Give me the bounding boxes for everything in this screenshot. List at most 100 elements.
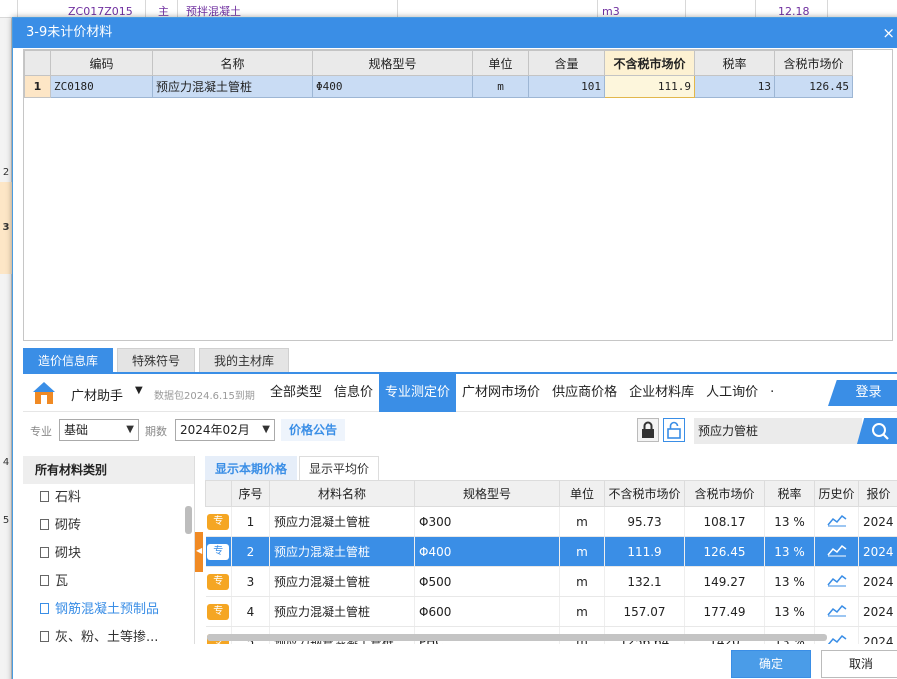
material-name-cell[interactable]: 预应力混凝土管桩 bbox=[269, 536, 415, 567]
index-cell[interactable]: 2 bbox=[231, 536, 270, 567]
price-in-tax-cell[interactable]: 177.49 bbox=[684, 596, 765, 627]
row-number[interactable]: 1 bbox=[24, 75, 51, 98]
brand-name[interactable]: 广材助手 bbox=[71, 385, 123, 404]
index-cell[interactable]: 4 bbox=[231, 596, 270, 627]
price-ex-tax-cell[interactable]: 132.1 bbox=[604, 566, 685, 597]
column-header[interactable]: 序号 bbox=[231, 480, 270, 507]
material-name-cell[interactable]: 预应力混凝土管桩 bbox=[269, 596, 415, 627]
nav-supplier-price[interactable]: 供应商价格 bbox=[546, 374, 623, 412]
column-header[interactable]: 单位 bbox=[559, 480, 605, 507]
price-ex-tax-cell[interactable]: 95.73 bbox=[604, 506, 685, 537]
tax-rate-cell[interactable]: 13 % bbox=[764, 506, 815, 537]
column-header-active[interactable]: 不含税市场价 bbox=[604, 50, 695, 76]
results-horizontal-scrollbar[interactable] bbox=[207, 634, 827, 641]
tax-rate-cell[interactable]: 13 % bbox=[764, 536, 815, 567]
spec-cell[interactable]: Φ300 bbox=[414, 506, 560, 537]
trend-chart-icon[interactable] bbox=[826, 573, 847, 587]
tab-price-library[interactable]: 造价信息库 bbox=[23, 348, 114, 372]
column-header[interactable]: 规格型号 bbox=[312, 50, 473, 76]
lock-icon[interactable] bbox=[637, 418, 659, 442]
column-header[interactable]: 含税市场价 bbox=[684, 480, 765, 507]
spec-cell[interactable]: Φ600 bbox=[414, 596, 560, 627]
index-cell[interactable]: 3 bbox=[231, 566, 270, 597]
material-name-cell[interactable]: 预应力混凝土管桩 bbox=[269, 506, 415, 537]
spec-cell[interactable]: Φ500 bbox=[414, 566, 560, 597]
table-row-selected[interactable]: 专 2 预应力混凝土管桩 Φ400 m 111.9 126.45 13 % 20… bbox=[205, 536, 897, 567]
nav-labor-inquiry[interactable]: 人工询价 bbox=[700, 374, 764, 412]
code-cell[interactable]: ZC0180 bbox=[50, 75, 153, 98]
column-header[interactable]: 名称 bbox=[152, 50, 313, 76]
category-item[interactable]: 砌砖 bbox=[23, 512, 194, 540]
chevron-down-icon[interactable]: ▼ bbox=[135, 385, 143, 396]
unit-cell[interactable]: m bbox=[559, 506, 605, 537]
trend-chart-icon[interactable] bbox=[826, 543, 847, 557]
nav-all-types[interactable]: 全部类型 bbox=[264, 374, 328, 412]
quote-date-cell[interactable]: 2024 bbox=[858, 566, 897, 597]
qty-cell[interactable]: 101 bbox=[528, 75, 605, 98]
cancel-button[interactable]: 取消 bbox=[821, 650, 897, 678]
spec-cell[interactable]: Φ400 bbox=[312, 75, 473, 98]
column-header[interactable]: 规格型号 bbox=[414, 480, 560, 507]
quote-date-cell[interactable]: 2024 bbox=[858, 506, 897, 537]
price-in-tax-cell[interactable]: 126.45 bbox=[774, 75, 853, 98]
price-in-tax-cell[interactable]: 126.45 bbox=[684, 536, 765, 567]
nav-professional-price[interactable]: 专业测定价 bbox=[379, 374, 457, 412]
nav-info-price[interactable]: 信息价 bbox=[328, 374, 379, 412]
column-header[interactable]: 含税市场价 bbox=[774, 50, 853, 76]
price-notice-link[interactable]: 价格公告 bbox=[281, 419, 346, 441]
dialog-titlebar[interactable]: 3-9未计价材料 × bbox=[13, 18, 897, 48]
close-icon[interactable]: × bbox=[882, 18, 895, 48]
column-header[interactable]: 编码 bbox=[50, 50, 153, 76]
price-ex-tax-cell[interactable]: 157.07 bbox=[604, 596, 685, 627]
quote-date-cell[interactable]: 2024 bbox=[858, 536, 897, 567]
column-header[interactable]: 报价 bbox=[858, 480, 897, 507]
category-scrollbar[interactable] bbox=[185, 506, 192, 534]
panel-splitter[interactable]: ◀ bbox=[195, 456, 203, 646]
login-button[interactable]: 登录 bbox=[828, 380, 897, 406]
category-item[interactable]: 石料 bbox=[23, 484, 194, 512]
table-row[interactable]: 1 ZC0180 预应力混凝土管桩 Φ400 m 101 111.9 13 12… bbox=[24, 75, 853, 98]
category-item[interactable]: 瓦 bbox=[23, 568, 194, 596]
category-item-selected[interactable]: 钢筋混凝土预制品 bbox=[23, 596, 194, 624]
tax-rate-cell[interactable]: 13 % bbox=[764, 566, 815, 597]
history-cell[interactable] bbox=[814, 566, 859, 597]
tab-current-price[interactable]: 显示本期价格 bbox=[205, 456, 298, 480]
tab-average-price[interactable]: 显示平均价 bbox=[299, 456, 380, 480]
quote-date-cell[interactable]: 2024 bbox=[858, 596, 897, 627]
unit-cell[interactable]: m bbox=[559, 566, 605, 597]
nav-more[interactable]: · bbox=[764, 374, 780, 412]
column-header[interactable]: 税率 bbox=[694, 50, 775, 76]
tab-my-materials[interactable]: 我的主材库 bbox=[199, 348, 290, 372]
spec-cell[interactable]: Φ400 bbox=[414, 536, 560, 567]
major-select[interactable]: 基础 ▼ bbox=[59, 419, 139, 441]
column-header[interactable]: 材料名称 bbox=[269, 480, 415, 507]
price-in-tax-cell[interactable]: 108.17 bbox=[684, 506, 765, 537]
history-cell[interactable] bbox=[814, 536, 859, 567]
tax-rate-cell[interactable]: 13 % bbox=[764, 596, 815, 627]
search-button[interactable] bbox=[857, 418, 897, 444]
category-item[interactable]: 砌块 bbox=[23, 540, 194, 568]
table-row[interactable]: 专 1 预应力混凝土管桩 Φ300 m 95.73 108.17 13 % 20… bbox=[205, 506, 897, 537]
history-cell[interactable] bbox=[814, 506, 859, 537]
period-select[interactable]: 2024年02月 ▼ bbox=[175, 419, 275, 441]
price-in-tax-cell[interactable]: 149.27 bbox=[684, 566, 765, 597]
unit-cell[interactable]: m bbox=[559, 536, 605, 567]
name-cell[interactable]: 预应力混凝土管桩 bbox=[152, 75, 313, 98]
trend-chart-icon[interactable] bbox=[826, 513, 847, 527]
table-row[interactable]: 专 4 预应力混凝土管桩 Φ600 m 157.07 177.49 13 % 2… bbox=[205, 596, 897, 627]
column-header[interactable]: 不含税市场价 bbox=[604, 480, 685, 507]
confirm-button[interactable]: 确定 bbox=[731, 650, 811, 678]
unlock-icon[interactable] bbox=[663, 418, 685, 442]
material-name-cell[interactable]: 预应力混凝土管桩 bbox=[269, 566, 415, 597]
unit-cell[interactable]: m bbox=[472, 75, 529, 98]
nav-market-price[interactable]: 广材网市场价 bbox=[456, 374, 546, 412]
price-ex-tax-cell[interactable]: 111.9 bbox=[604, 75, 695, 98]
index-cell[interactable]: 1 bbox=[231, 506, 270, 537]
category-header[interactable]: 所有材料类别 bbox=[23, 456, 194, 484]
column-header[interactable]: 历史价 bbox=[814, 480, 859, 507]
column-header[interactable]: 税率 bbox=[764, 480, 815, 507]
price-ex-tax-cell[interactable]: 111.9 bbox=[604, 536, 685, 567]
unit-cell[interactable]: m bbox=[559, 596, 605, 627]
history-cell[interactable] bbox=[814, 596, 859, 627]
table-row[interactable]: 专 3 预应力混凝土管桩 Φ500 m 132.1 149.27 13 % 20… bbox=[205, 566, 897, 597]
